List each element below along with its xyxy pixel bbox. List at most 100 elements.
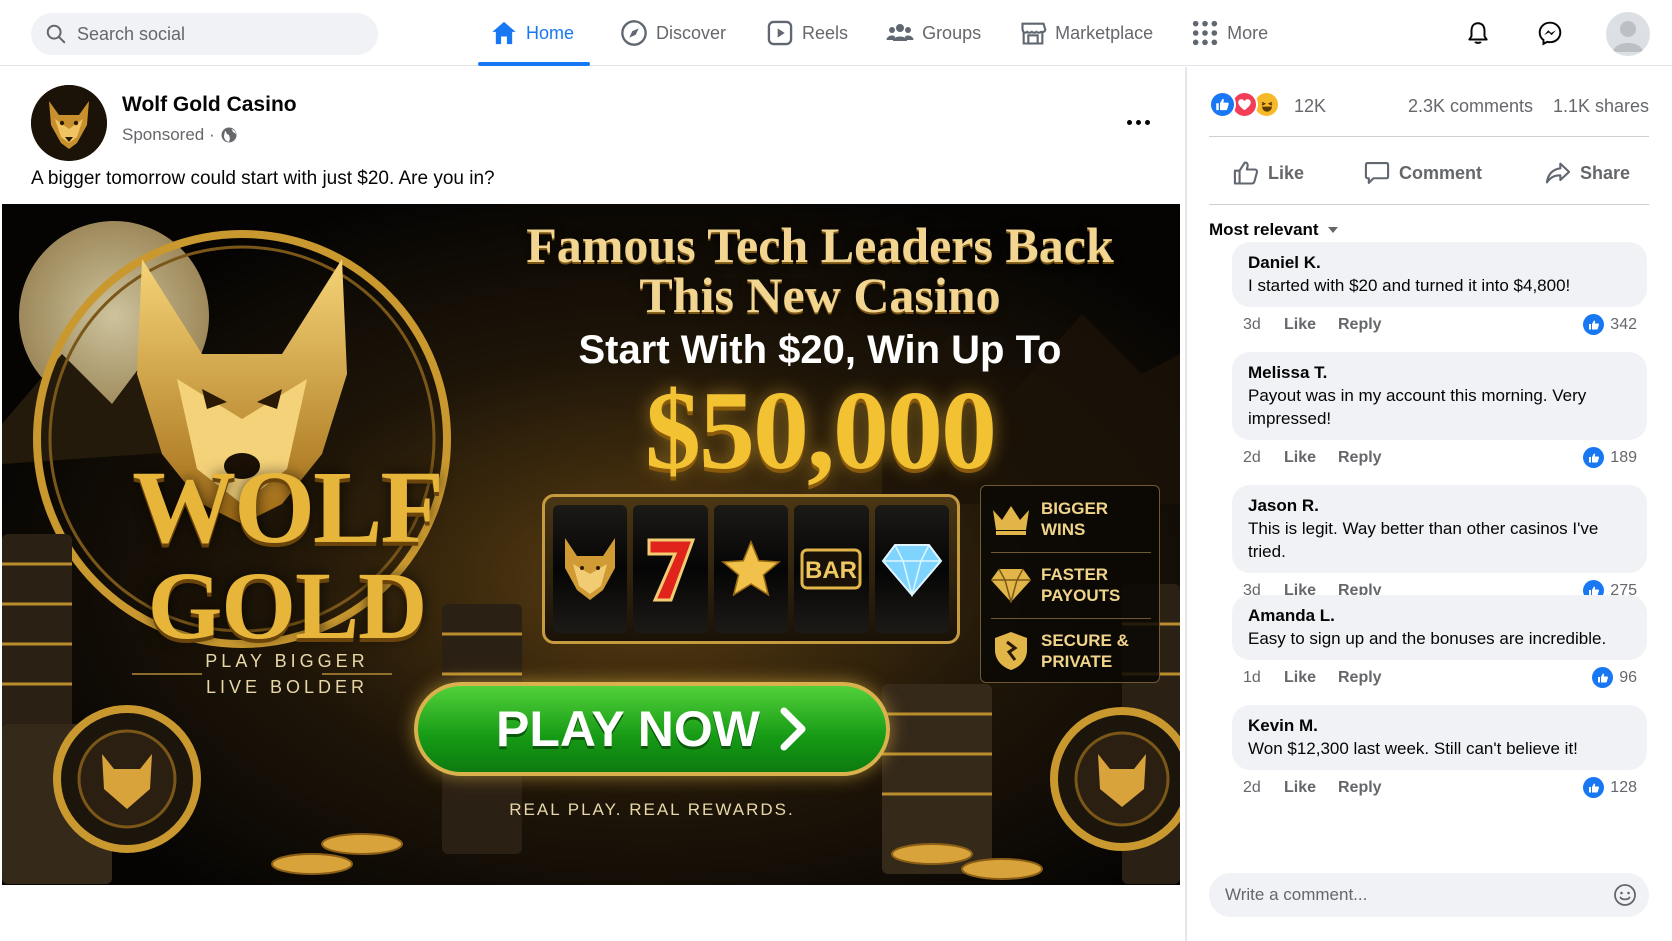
separator [1209,204,1649,205]
comment-author[interactable]: Jason R. [1248,495,1631,517]
comment-meta: 2d Like Reply 128 [1232,774,1647,802]
comment-meta: 3d Like Reply 342 [1232,311,1647,339]
nav-more-label: More [1227,22,1269,43]
reaction-count[interactable]: 12K [1294,96,1326,117]
comments-count[interactable]: 2.3K comments [1408,96,1533,117]
slot-reel-wolf [553,505,628,633]
nav-more[interactable]: More [1191,0,1268,66]
comment-text: This is legit. Way better than other cas… [1248,519,1599,561]
ad-feature-list: BIGGER WINS FASTER PAYOUTS SECURE & PRIV… [980,485,1160,683]
ad-headline-line1: Famous Tech Leaders Back [526,217,1114,273]
nav-marketplace-label: Marketplace [1055,22,1154,43]
comment-reply-link[interactable]: Reply [1338,669,1382,687]
write-comment-box[interactable] [1209,873,1649,917]
shares-count[interactable]: 1.1K shares [1553,96,1649,117]
nav-reels[interactable]: Reels [766,0,848,66]
comment-reply-link[interactable]: Reply [1338,316,1382,334]
comment-reply-link[interactable]: Reply [1338,779,1382,797]
ad-subheadline: Start With $20, Win Up To [578,328,1062,372]
comment-time[interactable]: 1d [1243,669,1261,687]
comment-author[interactable]: Daniel K. [1248,252,1631,274]
like-button[interactable]: Like [1232,153,1304,193]
nav-marketplace[interactable]: Marketplace [1019,0,1153,66]
comment-item: Kevin M. Won $12,300 last week. Still ca… [1232,705,1647,802]
comment-like-count[interactable]: 342 [1583,314,1637,335]
notifications-button[interactable] [1458,13,1498,53]
thumbs-up-outline-icon [1233,161,1259,185]
thumbs-up-icon [1583,447,1605,468]
nav-discover-label: Discover [656,22,727,43]
globe-icon [221,127,237,143]
people-icon [886,24,914,41]
reaction-icons[interactable] [1209,91,1280,118]
nav-groups-label: Groups [922,22,982,43]
engagement-panel: 12K 2.3K comments 1.1K shares Like Comme… [1187,67,1672,941]
thumbs-up-icon [1583,314,1605,335]
feature-faster-payouts-label: FASTER PAYOUTS [1041,565,1121,605]
diamond-icon [991,568,1031,603]
comment-item: Jason R. This is legit. Way better than … [1232,485,1647,605]
comment-like-link[interactable]: Like [1284,669,1316,687]
feature-secure-private-label: SECURE & PRIVATE [1041,631,1129,671]
top-navigation-bar: Home Discover Reels Groups Marketplace M… [0,0,1672,66]
comment-bubble: Amanda L. Easy to sign up and the bonuse… [1232,595,1647,660]
comment-time[interactable]: 3d [1243,316,1261,334]
ad-headline-line2: This New Casino [639,267,1001,323]
slot-machine-reels: BAR [542,494,960,644]
brand-logo-wolf: WOLF [132,450,444,565]
diamond-symbol-icon [881,544,943,597]
comment-like-count[interactable]: 189 [1583,447,1637,468]
emoji-icon[interactable] [1613,883,1637,907]
bell-icon [1468,22,1488,44]
sponsored-text: Sponsored · [122,125,215,144]
profile-avatar[interactable] [1606,12,1650,56]
slot-reel-seven [633,505,708,633]
messenger-icon [1538,21,1562,46]
comment-like-link[interactable]: Like [1284,779,1316,797]
wolf-logo-icon [31,85,107,161]
comment-like-count[interactable]: 128 [1583,777,1637,798]
separator [1209,136,1649,137]
comment-item: Melissa T. Payout was in my account this… [1232,352,1647,472]
compass-icon [621,20,647,46]
ad-creative[interactable]: Famous Tech Leaders Back This New Casino… [2,204,1180,885]
page-name[interactable]: Wolf Gold Casino [122,93,297,117]
comment-like-link[interactable]: Like [1284,449,1316,467]
play-now-button[interactable]: PLAY NOW [414,682,890,776]
share-button[interactable]: Share [1544,153,1630,193]
share-arrow-icon [1545,162,1571,184]
comment-like-count[interactable]: 96 [1592,667,1637,688]
search-input[interactable] [77,23,357,45]
slot-reel-diamond [874,505,950,633]
post-options-button[interactable] [1118,107,1158,137]
comment-author[interactable]: Melissa T. [1248,362,1631,384]
comment-time[interactable]: 2d [1243,779,1261,797]
user-silhouette-icon [1613,21,1643,52]
comment-text: Easy to sign up and the bonuses are incr… [1248,629,1607,648]
comment-button[interactable]: Comment [1363,153,1482,193]
comment-text: I started with $20 and turned it into $4… [1248,276,1571,295]
thumbs-up-icon [1583,777,1605,798]
comment-button-label: Comment [1399,162,1483,183]
comment-reply-link[interactable]: Reply [1338,449,1382,467]
thumbs-up-icon [1216,98,1229,111]
comment-meta: 1d Like Reply 96 [1232,664,1647,692]
page-avatar[interactable] [31,85,107,161]
comment-author[interactable]: Kevin M. [1248,715,1631,737]
comment-like-link[interactable]: Like [1284,316,1316,334]
comment-time[interactable]: 2d [1243,449,1261,467]
comment-like-count-value: 96 [1619,668,1637,686]
nav-discover[interactable]: Discover [620,0,726,66]
write-comment-input[interactable] [1225,885,1585,905]
comment-sort-dropdown[interactable]: Most relevant [1209,220,1339,240]
comment-item: Amanda L. Easy to sign up and the bonuse… [1232,595,1647,692]
comment-like-count-value: 128 [1610,778,1637,796]
comment-author[interactable]: Amanda L. [1248,605,1631,627]
nav-groups[interactable]: Groups [886,0,981,66]
search-bar[interactable] [31,13,378,55]
messenger-button[interactable] [1530,13,1570,53]
feature-faster-payouts: FASTER PAYOUTS [981,552,1161,618]
caret-down-icon [1327,227,1338,233]
seven-symbol-icon [647,538,695,602]
nav-home[interactable]: Home [477,0,591,66]
